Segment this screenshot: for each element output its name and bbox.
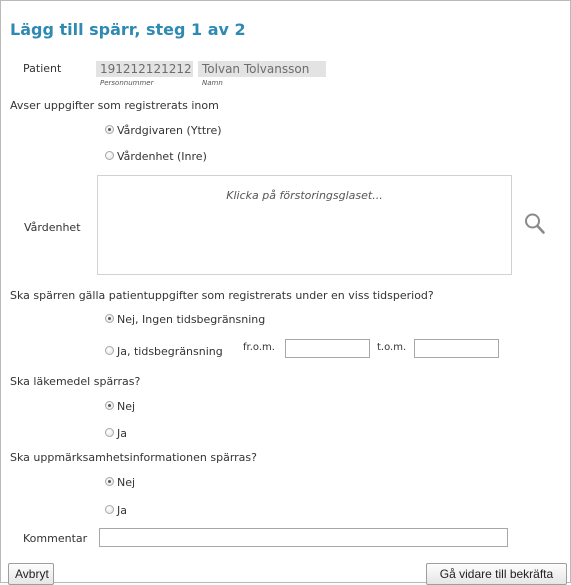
radio-label: Vårdenhet (Inre) bbox=[117, 150, 207, 163]
to-label: t.o.m. bbox=[377, 342, 407, 353]
radio-label: Nej bbox=[117, 400, 136, 413]
personnummer-field: 191212121212 bbox=[96, 61, 193, 77]
radio-label: Ja, tidsbegränsning bbox=[117, 345, 223, 358]
comment-input[interactable] bbox=[99, 528, 508, 547]
patient-name-field: Tolvan Tolvansson bbox=[198, 61, 326, 77]
radio-label: Ja bbox=[117, 504, 127, 517]
radio-button[interactable] bbox=[105, 505, 114, 514]
radio-button-checked[interactable] bbox=[105, 401, 114, 410]
continue-to-confirm-button[interactable]: Gå vidare till bekräfta bbox=[426, 563, 567, 585]
page-title: Lägg till spärr, steg 1 av 2 bbox=[10, 20, 246, 39]
name-caption: Namn bbox=[202, 79, 223, 87]
patient-label: Patient bbox=[23, 62, 62, 75]
to-date-input[interactable] bbox=[414, 339, 499, 358]
personnummer-caption: Personnummer bbox=[100, 79, 154, 87]
radio-button-checked[interactable] bbox=[105, 125, 114, 134]
radio-medicine-no[interactable]: Nej bbox=[105, 400, 205, 414]
comment-label: Kommentar bbox=[23, 532, 88, 545]
vardenhet-box[interactable]: Klicka på förstoringsglaset... bbox=[97, 175, 512, 275]
radio-no-time-limit[interactable]: Nej, Ingen tidsbegränsning bbox=[105, 313, 305, 327]
period-question: Ska spärren gälla patientuppgifter som r… bbox=[10, 289, 434, 302]
scope-question: Avser uppgifter som registrerats inom bbox=[10, 99, 219, 112]
radio-attention-no[interactable]: Nej bbox=[105, 476, 205, 490]
radio-button[interactable] bbox=[105, 151, 114, 160]
radio-button[interactable] bbox=[105, 428, 114, 437]
from-label: fr.o.m. bbox=[243, 342, 275, 353]
from-date-input[interactable] bbox=[285, 339, 370, 358]
cancel-button[interactable]: Avbryt bbox=[8, 563, 54, 585]
attention-question: Ska uppmärksamhetsinformationen spärras? bbox=[10, 451, 257, 464]
radio-vardenhet[interactable]: Vårdenhet (Inre) bbox=[105, 150, 305, 164]
radio-label: Nej, Ingen tidsbegränsning bbox=[117, 313, 266, 326]
radio-label: Nej bbox=[117, 476, 136, 489]
radio-button-checked[interactable] bbox=[105, 314, 114, 323]
radio-vardgivaren[interactable]: Vårdgivaren (Yttre) bbox=[105, 124, 305, 138]
magnifier-icon[interactable] bbox=[524, 212, 546, 236]
vardenhet-hint: Klicka på förstoringsglaset... bbox=[226, 189, 383, 202]
radio-label: Vårdgivaren (Yttre) bbox=[117, 124, 222, 137]
vardenhet-label: Vårdenhet bbox=[24, 221, 81, 234]
radio-button-checked[interactable] bbox=[105, 477, 114, 486]
radio-attention-yes[interactable]: Ja bbox=[105, 504, 205, 518]
medicine-question: Ska läkemedel spärras? bbox=[10, 375, 141, 388]
radio-button[interactable] bbox=[105, 346, 114, 355]
radio-label: Ja bbox=[117, 427, 127, 440]
radio-medicine-yes[interactable]: Ja bbox=[105, 427, 205, 441]
